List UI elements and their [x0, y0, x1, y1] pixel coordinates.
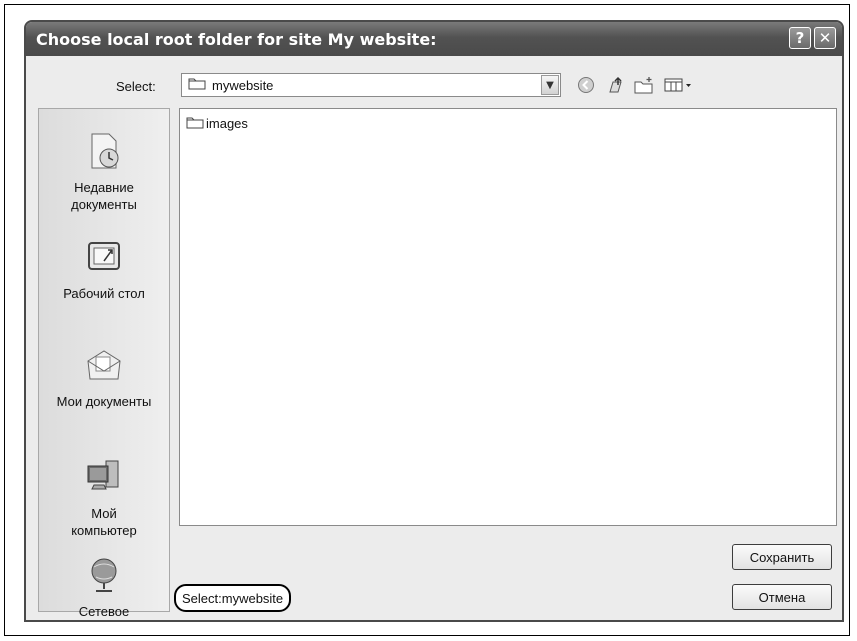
- place-my-documents[interactable]: Мои документы: [39, 345, 169, 410]
- recent-documents-icon: [39, 131, 169, 175]
- folder-icon: [186, 115, 204, 132]
- look-in-combo[interactable]: mywebsite ▼: [181, 73, 561, 97]
- place-label: Мой компьютер: [71, 506, 137, 538]
- save-button[interactable]: Сохранить: [732, 544, 832, 570]
- place-my-computer[interactable]: Мой компьютер: [39, 457, 169, 539]
- new-folder-icon[interactable]: [632, 73, 656, 97]
- my-computer-icon: [39, 457, 169, 501]
- desktop-icon: [39, 237, 169, 281]
- place-network[interactable]: Сетевое: [39, 555, 169, 620]
- selection-status: Select:mywebsite: [174, 584, 292, 612]
- file-list[interactable]: images: [179, 108, 837, 526]
- list-item[interactable]: images: [184, 115, 248, 132]
- places-bar: Недавние документы Рабочий стол Мои доку…: [38, 108, 170, 619]
- back-icon[interactable]: [574, 73, 598, 97]
- look-in-value: mywebsite: [212, 77, 274, 93]
- dialog-title: Choose local root folder for site My web…: [36, 29, 437, 49]
- place-label: Мои документы: [56, 394, 152, 409]
- choose-folder-dialog: Choose local root folder for site My web…: [24, 20, 844, 622]
- place-label: Сетевое: [78, 604, 130, 619]
- view-menu-icon[interactable]: [662, 73, 696, 97]
- combo-dropdown-arrow[interactable]: ▼: [541, 75, 559, 95]
- file-name: images: [206, 116, 248, 131]
- close-button[interactable]: ✕: [814, 27, 836, 49]
- select-label: Select:: [116, 79, 156, 94]
- cancel-button[interactable]: Отмена: [732, 584, 832, 610]
- up-folder-icon[interactable]: [604, 73, 628, 97]
- title-bar[interactable]: Choose local root folder for site My web…: [26, 22, 842, 56]
- place-desktop[interactable]: Рабочий стол: [39, 237, 169, 302]
- place-label: Рабочий стол: [63, 286, 145, 301]
- network-icon: [39, 555, 169, 599]
- place-label: Недавние документы: [71, 180, 137, 212]
- my-documents-icon: [39, 345, 169, 389]
- help-button[interactable]: ?: [789, 27, 811, 49]
- place-recent-documents[interactable]: Недавние документы: [39, 131, 169, 213]
- folder-icon: [188, 76, 206, 94]
